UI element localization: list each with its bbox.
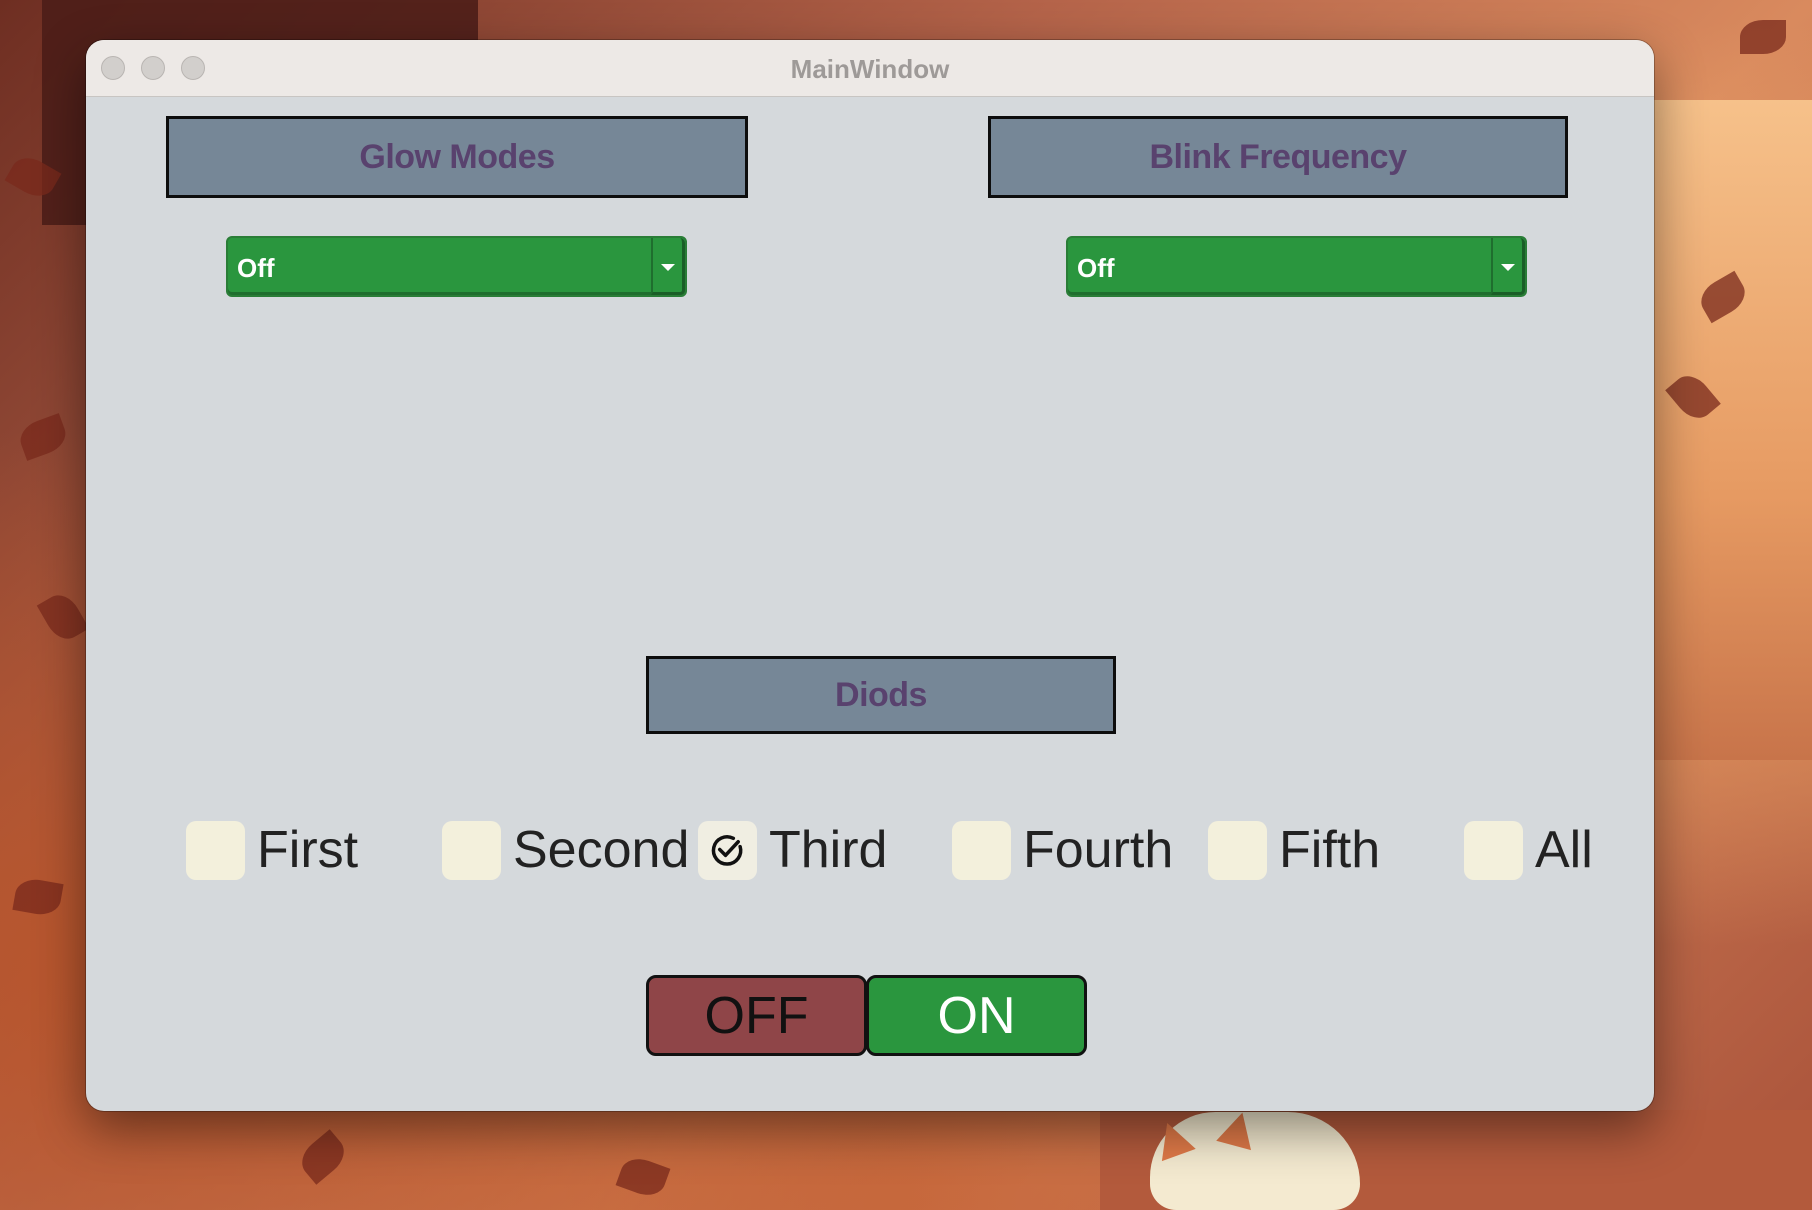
blink-frequency-selected-value: Off	[1077, 253, 1115, 283]
diod-checkbox-fourth[interactable]: Fourth	[952, 820, 1173, 880]
background-leaf	[15, 413, 71, 461]
background-window	[1634, 100, 1812, 760]
checkbox-indicator[interactable]	[952, 820, 1011, 880]
chevron-down-icon	[661, 264, 675, 271]
window-title: MainWindow	[790, 54, 950, 84]
title-bar[interactable]: MainWindow	[86, 40, 1654, 97]
checkbox-indicator[interactable]	[1208, 820, 1267, 880]
glow-modes-combobox[interactable]: Off	[226, 236, 687, 297]
checkbox-indicator[interactable]	[1464, 820, 1523, 880]
background-leaf	[615, 1153, 671, 1201]
diod-checkbox-all[interactable]: All	[1464, 820, 1593, 880]
diod-checkbox-second[interactable]: Second	[442, 820, 689, 880]
background-leaf	[294, 1129, 352, 1185]
checkbox-label: Second	[513, 821, 690, 879]
background-leaf	[36, 588, 90, 646]
chevron-down-icon	[1501, 264, 1515, 271]
check-circle-icon	[711, 834, 743, 866]
diod-checkbox-fifth[interactable]: Fifth	[1208, 820, 1380, 880]
checkbox-label: Fourth	[1023, 821, 1174, 879]
glow-modes-selected-value: Off	[237, 253, 275, 283]
checkbox-label: Third	[769, 821, 888, 879]
diods-header: Diods	[646, 656, 1116, 734]
checkbox-label: All	[1535, 821, 1593, 879]
off-button[interactable]: OFF	[646, 975, 867, 1056]
background-leaf	[12, 876, 64, 918]
checkbox-indicator[interactable]	[186, 820, 245, 880]
main-window: MainWindow Glow Modes Off Blink Frequenc…	[86, 40, 1654, 1111]
blink-frequency-combobox[interactable]: Off	[1066, 236, 1527, 297]
background-leaf	[1740, 20, 1786, 54]
blink-frequency-header: Blink Frequency	[988, 116, 1568, 198]
checkbox-indicator[interactable]	[442, 820, 501, 880]
blink-frequency-dropdown-button[interactable]	[1491, 238, 1525, 295]
diod-checkbox-third[interactable]: Third	[698, 820, 887, 880]
checkbox-indicator[interactable]	[698, 820, 757, 880]
checkbox-label: Fifth	[1279, 821, 1381, 879]
glow-modes-dropdown-button[interactable]	[651, 238, 685, 295]
checkbox-label: First	[257, 821, 359, 879]
diod-checkbox-first[interactable]: First	[186, 820, 358, 880]
on-button[interactable]: ON	[866, 975, 1087, 1056]
glow-modes-header: Glow Modes	[166, 116, 748, 198]
